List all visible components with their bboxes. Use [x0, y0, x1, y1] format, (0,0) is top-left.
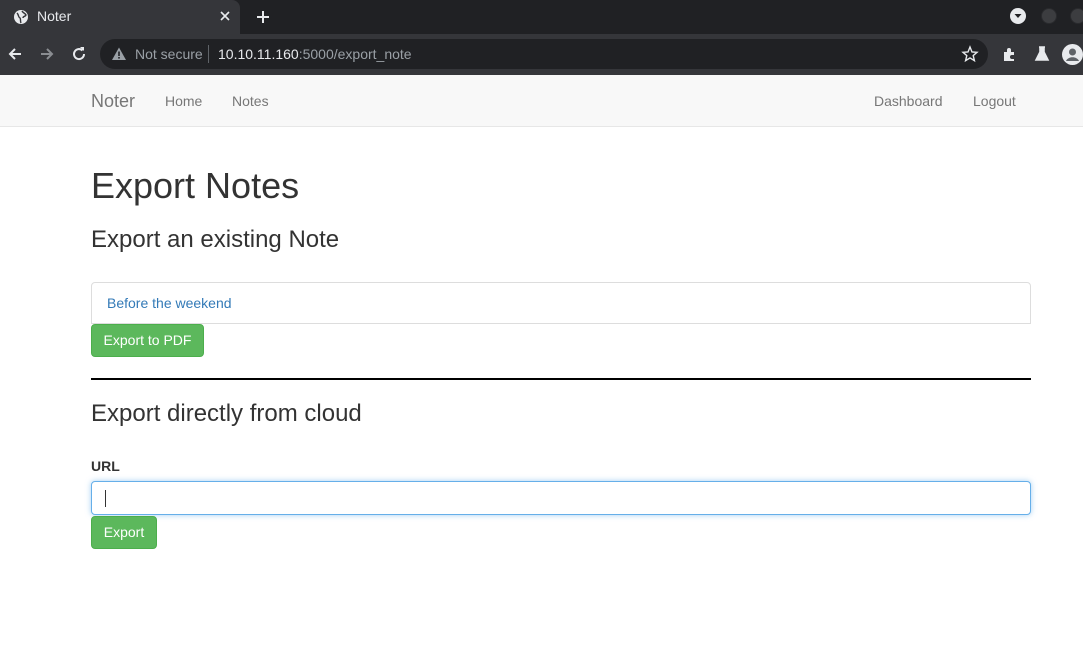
warning-icon[interactable] [111, 46, 127, 62]
security-label[interactable]: Not secure [135, 46, 203, 62]
profile-avatar-icon[interactable] [1062, 44, 1083, 65]
section-heading-existing-note: Export an existing Note [91, 226, 340, 253]
url-path: :5000/export_note [298, 46, 412, 62]
browser-tab[interactable]: Noter [0, 0, 240, 34]
browser-toolbar: Not secure 10.10.11.160:5000/export_note [0, 34, 1083, 75]
text-caret [105, 490, 106, 507]
close-icon[interactable] [218, 9, 232, 23]
tab-search-icon[interactable] [1010, 8, 1026, 24]
nav-link-home[interactable]: Home [165, 93, 202, 109]
forward-arrow-icon[interactable] [38, 45, 56, 63]
back-arrow-icon[interactable] [6, 45, 24, 63]
nav-link-logout[interactable]: Logout [973, 93, 1016, 109]
export-button[interactable]: Export [91, 516, 157, 549]
globe-icon [14, 10, 28, 24]
nav-link-dashboard[interactable]: Dashboard [874, 93, 943, 109]
browser-tab-bar: Noter [0, 0, 1083, 34]
note-link[interactable]: Before the weekend [107, 295, 232, 311]
extensions-icon[interactable] [1001, 45, 1019, 63]
section-heading-cloud: Export directly from cloud [91, 400, 362, 427]
site-navbar: Noter Home Notes Dashboard Logout [0, 75, 1083, 127]
tab-title: Noter [37, 8, 72, 24]
note-list-item: Before the weekend [91, 282, 1031, 324]
url-label: URL [91, 458, 120, 474]
new-tab-icon[interactable] [254, 8, 272, 26]
export-to-pdf-button[interactable]: Export to PDF [91, 324, 204, 357]
address-bar[interactable]: Not secure 10.10.11.160:5000/export_note [100, 39, 988, 69]
page-title: Export Notes [91, 165, 300, 206]
labs-flask-icon[interactable] [1033, 45, 1051, 63]
address-divider [208, 45, 209, 63]
url-input[interactable] [91, 481, 1031, 515]
maximize-button[interactable] [1070, 8, 1083, 24]
nav-link-notes[interactable]: Notes [232, 93, 269, 109]
section-divider [91, 378, 1031, 380]
brand-logo-link[interactable]: Noter [91, 91, 135, 112]
minimize-button[interactable] [1041, 8, 1057, 24]
url-host: 10.10.11.160 [218, 46, 299, 62]
reload-icon[interactable] [70, 45, 88, 63]
bookmark-star-icon[interactable] [961, 45, 979, 63]
url-text[interactable]: 10.10.11.160:5000/export_note [218, 46, 412, 62]
